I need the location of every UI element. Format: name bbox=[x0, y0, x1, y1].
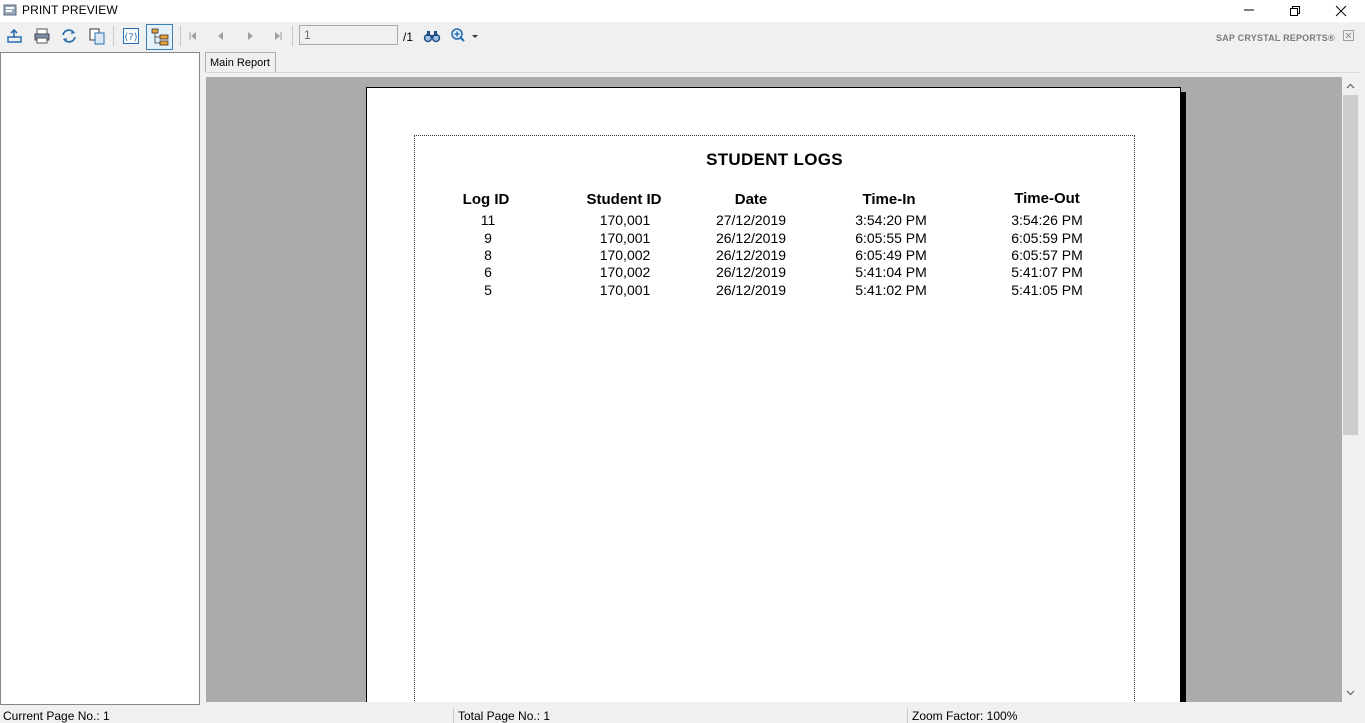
status-total-page: Total Page No.: 1 bbox=[458, 709, 551, 723]
next-page-icon bbox=[248, 32, 253, 40]
next-page-button[interactable] bbox=[238, 25, 262, 47]
cell-date: 26/12/2019 bbox=[715, 247, 787, 263]
restore-button[interactable] bbox=[1272, 0, 1318, 22]
cell-time-out: 3:54:26 PM bbox=[1011, 212, 1083, 228]
refresh-icon bbox=[62, 29, 76, 43]
help-icon: (?) bbox=[123, 28, 139, 44]
restore-icon bbox=[1290, 6, 1300, 16]
column-header-time-out: Time-Out bbox=[1014, 190, 1080, 207]
tab-strip-divider bbox=[205, 72, 1361, 73]
cell-time-out: 5:41:07 PM bbox=[1011, 264, 1083, 280]
print-button[interactable] bbox=[30, 25, 54, 47]
zoom-button[interactable] bbox=[448, 25, 482, 47]
toolbar-separator bbox=[292, 26, 293, 46]
cell-student-id: 170,001 bbox=[599, 230, 651, 246]
cell-student-id: 170,002 bbox=[599, 264, 651, 280]
cell-student-id: 170,001 bbox=[599, 282, 651, 298]
previous-page-button[interactable] bbox=[209, 25, 233, 47]
status-separator bbox=[907, 708, 908, 723]
find-button[interactable] bbox=[420, 25, 444, 47]
cell-time-in: 6:05:49 PM bbox=[855, 247, 927, 263]
tab-main-report[interactable]: Main Report bbox=[205, 52, 276, 73]
minimize-icon bbox=[1244, 9, 1254, 11]
sap-crystal-reports-logo: SAP CRYSTAL REPORTS® bbox=[1216, 33, 1335, 43]
cell-time-in: 3:54:20 PM bbox=[855, 212, 927, 228]
toolbar: (?) bbox=[0, 22, 1365, 51]
title-bar: PRINT PREVIEW bbox=[0, 0, 1365, 22]
cell-log-id: 9 bbox=[484, 230, 492, 246]
cell-time-out: 6:05:57 PM bbox=[1011, 247, 1083, 263]
window-title: PRINT PREVIEW bbox=[22, 3, 118, 17]
status-separator bbox=[453, 708, 454, 723]
status-current-page: Current Page No.: 1 bbox=[3, 709, 110, 723]
column-header-time-in: Time-In bbox=[862, 191, 916, 208]
minimize-button[interactable] bbox=[1226, 0, 1272, 22]
scroll-up-arrow-icon[interactable] bbox=[1346, 82, 1355, 91]
scrollbar-thumb[interactable] bbox=[1343, 95, 1358, 435]
find-icon bbox=[423, 31, 441, 43]
last-page-icon bbox=[275, 32, 282, 40]
help-button[interactable]: (?) bbox=[119, 25, 143, 47]
column-header-log-id: Log ID bbox=[462, 191, 510, 208]
export-button[interactable] bbox=[3, 25, 27, 47]
scroll-down-arrow-icon[interactable] bbox=[1346, 688, 1355, 697]
cell-date: 26/12/2019 bbox=[715, 264, 787, 280]
cell-date: 27/12/2019 bbox=[715, 212, 787, 228]
cell-time-out: 6:05:59 PM bbox=[1011, 230, 1083, 246]
group-tree-panel[interactable] bbox=[0, 52, 200, 705]
first-page-button[interactable] bbox=[181, 25, 205, 47]
cell-log-id: 8 bbox=[484, 247, 492, 263]
report-title: STUDENT LOGS bbox=[706, 150, 843, 169]
print-icon bbox=[34, 28, 50, 44]
previous-page-icon bbox=[218, 32, 223, 40]
report-content-area: STUDENT LOGS Log ID Student ID Date Time… bbox=[414, 135, 1135, 702]
cell-student-id: 170,001 bbox=[599, 212, 651, 228]
cell-student-id: 170,002 bbox=[599, 247, 651, 263]
copy-icon bbox=[89, 28, 105, 45]
status-zoom-factor: Zoom Factor: 100% bbox=[912, 709, 1018, 723]
column-header-student-id: Student ID bbox=[586, 191, 662, 208]
export-icon bbox=[7, 28, 22, 43]
toolbar-separator bbox=[113, 26, 114, 46]
toggle-group-tree-button[interactable] bbox=[146, 24, 173, 50]
close-button[interactable] bbox=[1318, 0, 1364, 22]
cell-date: 26/12/2019 bbox=[715, 230, 787, 246]
zoom-icon bbox=[451, 28, 478, 42]
cell-time-out: 5:41:05 PM bbox=[1011, 282, 1083, 298]
cell-time-in: 6:05:55 PM bbox=[855, 230, 927, 246]
first-page-icon bbox=[189, 32, 196, 40]
cell-log-id: 5 bbox=[484, 282, 492, 298]
cell-log-id: 6 bbox=[484, 264, 492, 280]
page-total-label: /1 bbox=[403, 30, 414, 44]
report-viewer[interactable]: STUDENT LOGS Log ID Student ID Date Time… bbox=[206, 77, 1342, 702]
copy-button[interactable] bbox=[85, 25, 109, 47]
vertical-scrollbar[interactable] bbox=[1342, 77, 1359, 702]
crystal-reports-app-icon bbox=[3, 4, 17, 16]
cell-date: 26/12/2019 bbox=[715, 282, 787, 298]
report-page: STUDENT LOGS Log ID Student ID Date Time… bbox=[366, 87, 1181, 702]
close-tab-icon[interactable] bbox=[1343, 30, 1354, 41]
cell-time-in: 5:41:04 PM bbox=[855, 264, 927, 280]
refresh-button[interactable] bbox=[57, 25, 81, 47]
page-number-input[interactable] bbox=[299, 25, 398, 45]
last-page-button[interactable] bbox=[266, 25, 290, 47]
svg-text:(?): (?) bbox=[124, 32, 137, 43]
cell-time-in: 5:41:02 PM bbox=[855, 282, 927, 298]
column-header-date: Date bbox=[734, 191, 768, 208]
cell-log-id: 11 bbox=[480, 212, 496, 228]
close-icon bbox=[1335, 5, 1347, 17]
status-bar: Current Page No.: 1 Total Page No.: 1 Zo… bbox=[0, 707, 1365, 723]
group-tree-toggle-icon bbox=[151, 28, 168, 46]
